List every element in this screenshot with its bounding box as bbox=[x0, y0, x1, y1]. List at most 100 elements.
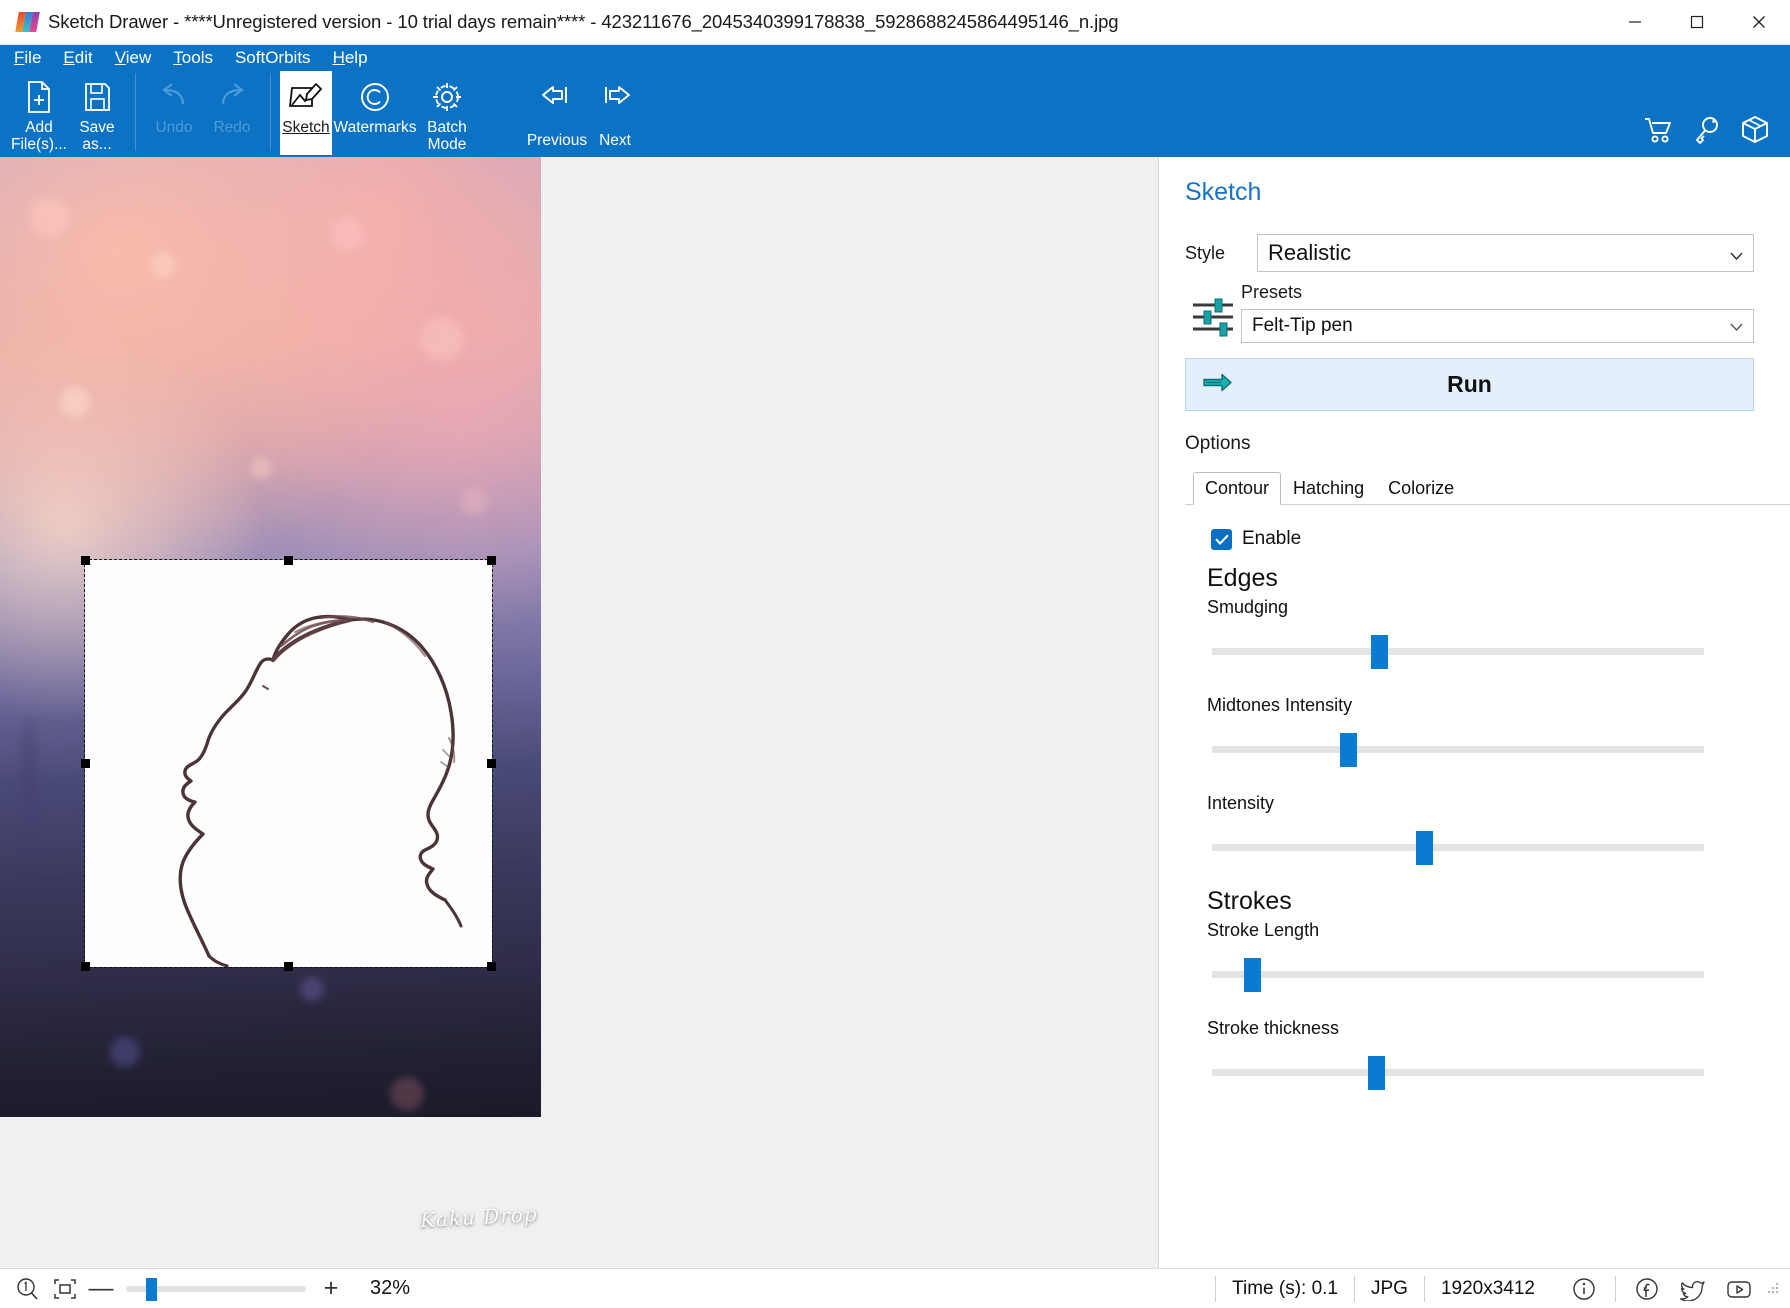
slider-thumb[interactable] bbox=[1371, 635, 1388, 669]
chevron-down-icon bbox=[1730, 240, 1743, 266]
window-title: Sketch Drawer - ****Unregistered version… bbox=[48, 11, 1119, 32]
slider-label-midtones-intensity: Midtones Intensity bbox=[1207, 695, 1353, 715]
sketch-pencil-icon bbox=[289, 77, 323, 117]
arrow-right-icon bbox=[598, 85, 632, 118]
style-value: Realistic bbox=[1268, 240, 1352, 265]
selection-handle-n[interactable] bbox=[284, 556, 293, 565]
menu-help[interactable]: Help bbox=[333, 48, 368, 68]
add-files-button[interactable]: Add File(s)... bbox=[10, 71, 68, 155]
selection-box[interactable] bbox=[84, 559, 493, 968]
batch-mode-label: Batch Mode bbox=[427, 119, 467, 153]
selection-handle-sw[interactable] bbox=[81, 962, 90, 971]
redo-label: Redo bbox=[213, 119, 251, 136]
maximize-button[interactable] bbox=[1666, 0, 1728, 45]
resize-grip[interactable] bbox=[1766, 1281, 1782, 1297]
enable-row[interactable]: Enable bbox=[1185, 528, 1754, 550]
sketch-label: Sketch bbox=[282, 119, 330, 136]
tab-colorize[interactable]: Colorize bbox=[1376, 472, 1466, 505]
selection-handle-w[interactable] bbox=[81, 759, 90, 768]
slider-label-smudging: Smudging bbox=[1207, 597, 1289, 617]
zoom-in-button[interactable]: + bbox=[314, 1274, 348, 1304]
slider-label-stroke-thickness: Stroke thickness bbox=[1207, 1018, 1340, 1038]
slider-thumb[interactable] bbox=[1416, 831, 1433, 865]
canvas-area[interactable]: Kaku Drop bbox=[0, 157, 1158, 1268]
slider-thumb[interactable] bbox=[1340, 733, 1357, 767]
enable-checkbox[interactable] bbox=[1211, 528, 1232, 550]
presets-value: Felt-Tip pen bbox=[1252, 315, 1353, 336]
menu-tools-rest: ools bbox=[181, 48, 213, 67]
menu-softorbits[interactable]: SoftOrbits bbox=[235, 48, 311, 68]
slider-intensity[interactable] bbox=[1185, 831, 1754, 865]
add-file-icon bbox=[24, 77, 54, 117]
title-bar: Sketch Drawer - ****Unregistered version… bbox=[0, 0, 1790, 45]
facebook-icon[interactable] bbox=[1632, 1274, 1662, 1304]
youtube-icon[interactable] bbox=[1724, 1274, 1754, 1304]
next-label: Next bbox=[599, 132, 631, 149]
selection-handle-nw[interactable] bbox=[81, 556, 90, 565]
save-disk-icon bbox=[82, 77, 112, 117]
twitter-icon[interactable] bbox=[1678, 1274, 1708, 1304]
slider-stroke-length[interactable] bbox=[1185, 958, 1754, 992]
tab-hatching[interactable]: Hatching bbox=[1281, 472, 1376, 505]
slider-stroke-thickness[interactable] bbox=[1185, 1056, 1754, 1090]
undo-label: Undo bbox=[155, 119, 193, 136]
gear-icon bbox=[431, 77, 463, 117]
key-icon[interactable] bbox=[1692, 115, 1722, 145]
zoom-percent-label: 32% bbox=[370, 1277, 411, 1299]
slider-smudging[interactable] bbox=[1185, 635, 1754, 669]
slider-track bbox=[1212, 844, 1704, 851]
watermarks-label: Watermarks bbox=[333, 119, 417, 136]
menu-view[interactable]: View bbox=[115, 48, 152, 68]
slider-label-stroke-length: Stroke Length bbox=[1207, 920, 1320, 940]
sketch-button[interactable]: Sketch bbox=[280, 71, 332, 155]
save-as-button[interactable]: Save as... bbox=[68, 71, 126, 155]
slider-track bbox=[1212, 648, 1704, 655]
zoom-slider[interactable] bbox=[126, 1274, 306, 1304]
photo-watermark: Kaku Drop bbox=[419, 1201, 539, 1233]
zoom-out-button[interactable]: — bbox=[84, 1274, 118, 1304]
selection-handle-ne[interactable] bbox=[487, 556, 496, 565]
slider-midtones-intensity[interactable] bbox=[1185, 733, 1754, 767]
redo-arrow-icon bbox=[215, 77, 249, 117]
zoom-slider-thumb[interactable] bbox=[146, 1277, 157, 1301]
ribbon-toolbar: Add File(s)... Save as... Undo Redo Sket… bbox=[0, 71, 1790, 157]
zoom-actual-size-icon[interactable] bbox=[12, 1274, 42, 1304]
menu-bar: File Edit View Tools SoftOrbits Help bbox=[0, 45, 1790, 71]
main-body: Kaku Drop Sketch Style Realistic Presets… bbox=[0, 157, 1790, 1268]
presets-select[interactable]: Felt-Tip pen bbox=[1241, 309, 1754, 343]
slider-thumb[interactable] bbox=[1368, 1056, 1385, 1090]
undo-button[interactable]: Undo bbox=[145, 71, 203, 155]
redo-button[interactable]: Redo bbox=[203, 71, 261, 155]
style-row: Style Realistic bbox=[1185, 234, 1754, 272]
info-icon[interactable] bbox=[1569, 1274, 1599, 1304]
package-box-icon[interactable] bbox=[1740, 115, 1770, 145]
style-select[interactable]: Realistic bbox=[1257, 234, 1754, 272]
selection-handle-se[interactable] bbox=[487, 962, 496, 971]
watermarks-button[interactable]: Watermarks bbox=[332, 71, 418, 155]
menu-tools[interactable]: Tools bbox=[173, 48, 213, 68]
app-logo-icon bbox=[15, 11, 40, 33]
ribbon: File Edit View Tools SoftOrbits Help Add… bbox=[0, 45, 1790, 157]
shopping-cart-icon[interactable] bbox=[1644, 115, 1674, 145]
menu-edit[interactable]: Edit bbox=[63, 48, 92, 68]
slider-track bbox=[1212, 746, 1704, 753]
slider-thumb[interactable] bbox=[1244, 958, 1261, 992]
previous-button[interactable]: Previous bbox=[527, 71, 587, 155]
selection-handle-e[interactable] bbox=[487, 759, 496, 768]
arrow-left-icon bbox=[540, 85, 574, 118]
status-divider bbox=[1615, 1275, 1616, 1302]
menu-view-rest: iew bbox=[125, 48, 152, 67]
batch-mode-button[interactable]: Batch Mode bbox=[418, 71, 476, 155]
close-button[interactable] bbox=[1728, 0, 1790, 45]
fit-to-window-icon[interactable] bbox=[50, 1274, 80, 1304]
next-button[interactable]: Next bbox=[586, 71, 644, 155]
presets-label: Presets bbox=[1241, 282, 1303, 302]
minimize-button[interactable] bbox=[1604, 0, 1666, 45]
sliders-settings-icon bbox=[1185, 294, 1241, 340]
status-bar: — + 32% Time (s): 0.1 JPG 1920x3412 bbox=[0, 1268, 1790, 1308]
menu-file[interactable]: File bbox=[14, 48, 41, 68]
tab-contour[interactable]: Contour bbox=[1193, 472, 1282, 505]
menu-help-rest: elp bbox=[344, 48, 368, 67]
run-button[interactable]: Run bbox=[1185, 358, 1754, 411]
selection-handle-s[interactable] bbox=[284, 962, 293, 971]
